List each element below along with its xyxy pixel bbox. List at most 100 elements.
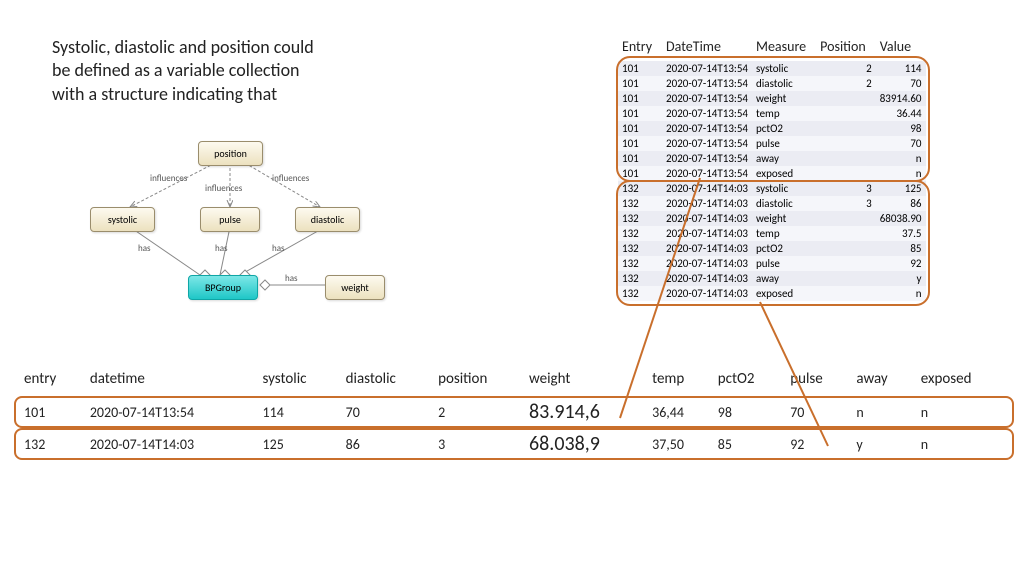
wide-cell: 68.038,9 xyxy=(523,428,646,460)
wide-th: systolic xyxy=(257,370,340,396)
long-cell: 2020-07-14T13:54 xyxy=(662,166,752,181)
long-cell: 132 xyxy=(618,271,662,286)
long-cell: 132 xyxy=(618,256,662,271)
wide-cell: 85 xyxy=(712,428,784,460)
edge-label-has: has xyxy=(215,243,228,254)
wide-cell: 2 xyxy=(432,396,523,428)
long-th-measure: Measure xyxy=(752,36,816,61)
long-cell: 2020-07-14T14:03 xyxy=(662,286,752,301)
wide-th: position xyxy=(432,370,523,396)
long-cell xyxy=(816,151,876,166)
long-cell: away xyxy=(752,151,816,166)
long-cell xyxy=(816,211,876,226)
wide-th: entry xyxy=(18,370,84,396)
wide-cell: 2020-07-14T13:54 xyxy=(84,396,257,428)
long-cell: exposed xyxy=(752,166,816,181)
long-cell xyxy=(816,256,876,271)
long-cell xyxy=(816,241,876,256)
long-cell: 92 xyxy=(876,256,926,271)
node-position: position xyxy=(198,141,263,166)
wide-cell: y xyxy=(850,428,914,460)
long-cell: 101 xyxy=(618,91,662,106)
long-cell: 2020-07-14T14:03 xyxy=(662,226,752,241)
long-row: 1012020-07-14T13:54away n xyxy=(618,151,926,166)
long-cell: 101 xyxy=(618,106,662,121)
node-systolic: systolic xyxy=(90,207,155,232)
long-cell: 101 xyxy=(618,136,662,151)
wide-th: diastolic xyxy=(340,370,432,396)
long-cell: 2020-07-14T13:54 xyxy=(662,151,752,166)
wide-cell: 92 xyxy=(784,428,850,460)
long-cell: 101 xyxy=(618,76,662,91)
long-cell: 83914.60 xyxy=(876,91,926,106)
long-cell: pulse xyxy=(752,136,816,151)
long-cell: 132 xyxy=(618,226,662,241)
long-cell: 132 xyxy=(618,196,662,211)
long-row: 1322020-07-14T14:03pulse92 xyxy=(618,256,926,271)
long-cell xyxy=(816,271,876,286)
edge-label-influences: influences xyxy=(150,173,187,184)
long-cell xyxy=(816,226,876,241)
wide-th: pulse xyxy=(784,370,850,396)
long-cell: 2020-07-14T14:03 xyxy=(662,211,752,226)
long-cell: 132 xyxy=(618,181,662,196)
long-cell xyxy=(816,91,876,106)
long-cell: 2020-07-14T13:54 xyxy=(662,61,752,76)
long-row: 1012020-07-14T13:54diastolic270 xyxy=(618,76,926,91)
node-weight: weight xyxy=(325,275,385,300)
node-bpgroup: BPGroup xyxy=(188,275,258,300)
long-th-datetime: DateTime xyxy=(662,36,752,61)
long-cell: 2020-07-14T14:03 xyxy=(662,196,752,211)
long-cell: n xyxy=(876,151,926,166)
long-cell: weight xyxy=(752,211,816,226)
wide-cell: 37,50 xyxy=(646,428,712,460)
long-row: 1322020-07-14T14:03pctO285 xyxy=(618,241,926,256)
wide-cell: 2020-07-14T14:03 xyxy=(84,428,257,460)
long-cell xyxy=(816,106,876,121)
long-cell: 2 xyxy=(816,61,876,76)
long-cell: 2020-07-14T14:03 xyxy=(662,181,752,196)
long-cell: 114 xyxy=(876,61,926,76)
wide-th: exposed xyxy=(915,370,1008,396)
wide-cell: 70 xyxy=(784,396,850,428)
wide-cell: 3 xyxy=(432,428,523,460)
long-table: Entry DateTime Measure Position Value 10… xyxy=(618,36,926,301)
long-row: 1322020-07-14T14:03awayy xyxy=(618,271,926,286)
long-cell: n xyxy=(876,286,926,301)
edge-label-has: has xyxy=(285,273,298,284)
wide-cell: 83.914,6 xyxy=(523,396,646,428)
long-cell xyxy=(816,286,876,301)
long-cell: exposed xyxy=(752,286,816,301)
long-cell: diastolic xyxy=(752,76,816,91)
long-row: 1322020-07-14T14:03temp37.5 xyxy=(618,226,926,241)
edge-label-influences: influences xyxy=(272,173,309,184)
long-cell: 98 xyxy=(876,121,926,136)
structure-diagram: position systolic pulse diastolic BPGrou… xyxy=(80,135,400,315)
long-cell: 2020-07-14T14:03 xyxy=(662,241,752,256)
long-cell: 2020-07-14T13:54 xyxy=(662,76,752,91)
wide-cell: n xyxy=(915,396,1008,428)
long-row: 1322020-07-14T14:03systolic3125 xyxy=(618,181,926,196)
long-cell: 68038.90 xyxy=(876,211,926,226)
wide-row: 1012020-07-14T13:5411470283.914,636,4498… xyxy=(18,396,1008,428)
wide-cell: 70 xyxy=(340,396,432,428)
wide-cell: n xyxy=(915,428,1008,460)
long-row: 1322020-07-14T14:03exposedn xyxy=(618,286,926,301)
long-cell: 2020-07-14T13:54 xyxy=(662,106,752,121)
long-cell: 86 xyxy=(876,196,926,211)
long-cell: y xyxy=(876,271,926,286)
long-cell: n xyxy=(876,166,926,181)
long-cell xyxy=(816,166,876,181)
long-cell: 85 xyxy=(876,241,926,256)
wide-th: away xyxy=(850,370,914,396)
annotation-text: Systolic, diastolic and position could b… xyxy=(52,36,314,106)
long-cell: temp xyxy=(752,226,816,241)
long-cell: 101 xyxy=(618,61,662,76)
long-cell: 101 xyxy=(618,121,662,136)
long-cell: 125 xyxy=(876,181,926,196)
long-cell: 2020-07-14T13:54 xyxy=(662,136,752,151)
node-pulse: pulse xyxy=(200,207,260,232)
long-cell: 2020-07-14T13:54 xyxy=(662,121,752,136)
long-cell: pctO2 xyxy=(752,241,816,256)
long-cell: 101 xyxy=(618,151,662,166)
